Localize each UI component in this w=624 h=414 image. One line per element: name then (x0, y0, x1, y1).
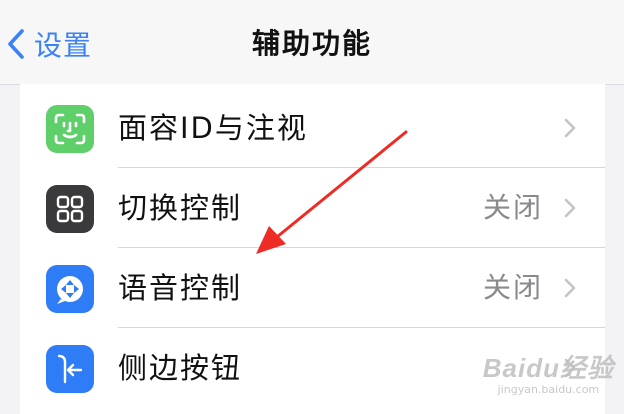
side-button-icon (46, 345, 94, 393)
chevron-right-icon (564, 358, 576, 378)
voice-control-icon (46, 265, 94, 313)
switch-control-icon (46, 185, 94, 233)
row-label: 切换控制 (118, 191, 243, 225)
row-value: 关闭 (482, 191, 543, 224)
row-side-button[interactable]: 侧边按钮 (20, 328, 605, 408)
chevron-right-icon (564, 278, 576, 298)
settings-list: 面容ID与注视 切换控制 关闭 语音控制 关闭 侧边按钮 (20, 84, 605, 414)
page-title: 辅助功能 (251, 27, 372, 60)
row-switch-control[interactable]: 切换控制 关闭 (20, 168, 605, 248)
chevron-right-icon (564, 198, 576, 218)
row-label: 侧边按钮 (118, 351, 243, 385)
navigation-bar: 设置 辅助功能 (0, 0, 624, 85)
row-face-id[interactable]: 面容ID与注视 (20, 88, 605, 168)
chevron-right-icon (564, 118, 576, 138)
face-id-icon (46, 105, 94, 153)
row-voice-control[interactable]: 语音控制 关闭 (20, 248, 605, 328)
row-value: 关闭 (482, 271, 543, 304)
row-label: 语音控制 (118, 271, 243, 305)
row-label: 面容ID与注视 (118, 111, 308, 145)
